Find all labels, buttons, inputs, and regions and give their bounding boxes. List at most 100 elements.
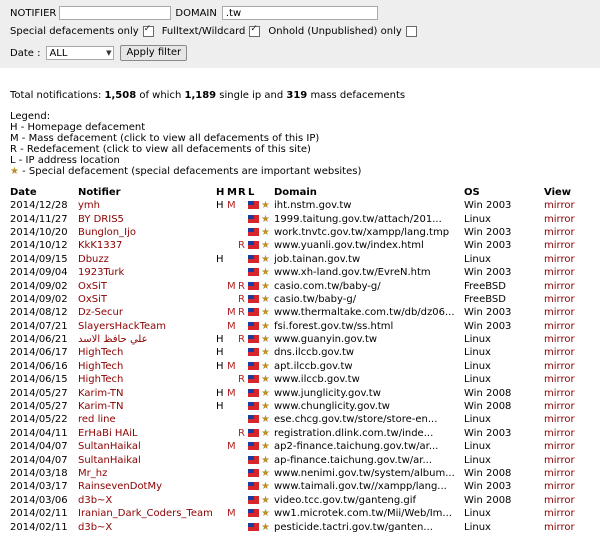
notifier-link[interactable]: Dbuzz xyxy=(78,254,109,265)
homepage-mark xyxy=(216,320,227,333)
redeface-mark[interactable]: R xyxy=(238,373,248,386)
apply-filter-button[interactable]: Apply filter xyxy=(120,45,188,61)
fulltext-checkbox[interactable] xyxy=(249,24,261,37)
homepage-mark xyxy=(216,427,227,440)
row-view-cell: mirror xyxy=(544,293,592,306)
notifier-link[interactable]: علي حافظ الاسد xyxy=(78,334,148,345)
mirror-link[interactable]: mirror xyxy=(544,214,575,225)
notifier-link[interactable]: d3b~X xyxy=(78,522,112,533)
mass-mark[interactable]: M xyxy=(227,386,238,399)
row-notifier-cell: d3b~X xyxy=(78,520,216,533)
mirror-link[interactable]: mirror xyxy=(544,281,575,292)
notifier-input[interactable] xyxy=(59,6,172,20)
notifier-link[interactable]: ErHaBi HAiL xyxy=(78,428,138,439)
mirror-link[interactable]: mirror xyxy=(544,361,575,372)
mirror-link[interactable]: mirror xyxy=(544,414,575,425)
mass-count: 319 xyxy=(286,90,308,101)
row-os: Linux xyxy=(464,454,491,466)
row-domain: iht.nstm.gov.tw xyxy=(274,200,352,212)
redeface-mark[interactable]: R xyxy=(238,427,248,440)
mirror-link[interactable]: mirror xyxy=(544,495,575,506)
notifier-link[interactable]: Dz-Secur xyxy=(78,307,123,318)
mirror-link[interactable]: mirror xyxy=(544,522,575,533)
homepage-mark xyxy=(216,279,227,292)
taiwan-flag-icon xyxy=(248,227,259,236)
row-notifier-cell: RainsevenDotMy xyxy=(78,480,216,493)
mirror-link[interactable]: mirror xyxy=(544,294,575,305)
mirror-link[interactable]: mirror xyxy=(544,347,575,358)
mass-mark[interactable]: M xyxy=(227,360,238,373)
row-view-cell: mirror xyxy=(544,253,592,266)
redeface-mark[interactable]: R xyxy=(238,306,248,319)
redeface-mark[interactable]: R xyxy=(238,333,248,346)
location-cell xyxy=(248,427,261,440)
special-star-icon: ★ xyxy=(261,253,270,265)
mass-mark[interactable]: M xyxy=(227,199,238,212)
row-domain: www.ilccb.gov.tw xyxy=(274,374,360,386)
homepage-mark xyxy=(216,520,227,533)
mirror-link[interactable]: mirror xyxy=(544,254,575,265)
mass-mark[interactable]: M xyxy=(227,507,238,520)
mirror-link[interactable]: mirror xyxy=(544,240,575,251)
notifier-link[interactable]: 1923Turk xyxy=(78,267,124,278)
mirror-link[interactable]: mirror xyxy=(544,455,575,466)
row-os: Win 2003 xyxy=(464,481,512,493)
mass-mark[interactable]: M xyxy=(227,279,238,292)
notifier-link[interactable]: HighTech xyxy=(78,361,123,372)
row-view-cell: mirror xyxy=(544,373,592,386)
notifier-link[interactable]: OxSiT xyxy=(78,281,107,292)
notifier-link[interactable]: ymh xyxy=(78,200,100,211)
taiwan-flag-icon xyxy=(248,268,259,277)
notifier-link[interactable]: BY DRIS5 xyxy=(78,214,124,225)
notifier-link[interactable]: HighTech xyxy=(78,347,123,358)
redeface-mark[interactable]: R xyxy=(238,239,248,252)
mirror-link[interactable]: mirror xyxy=(544,307,575,318)
homepage-mark: H xyxy=(216,387,224,399)
mirror-link[interactable]: mirror xyxy=(544,508,575,519)
mirror-link[interactable]: mirror xyxy=(544,227,575,238)
mass-mark xyxy=(227,266,238,279)
row-date: 2014/05/27 xyxy=(10,401,68,413)
mirror-link[interactable]: mirror xyxy=(544,468,575,479)
notifier-link[interactable]: OxSiT xyxy=(78,294,107,305)
mass-mark xyxy=(227,453,238,466)
notifier-link[interactable]: RainsevenDotMy xyxy=(78,481,162,492)
mass-mark[interactable]: M xyxy=(227,306,238,319)
notifier-link[interactable]: Karim-TN xyxy=(78,401,123,412)
mirror-link[interactable]: mirror xyxy=(544,334,575,345)
notifier-link[interactable]: Karim-TN xyxy=(78,388,123,399)
row-notifier-cell: Dbuzz xyxy=(78,253,216,266)
redeface-mark[interactable]: R xyxy=(238,279,248,292)
mass-mark[interactable]: M xyxy=(227,320,238,333)
redeface-mark[interactable]: R xyxy=(238,293,248,306)
date-select[interactable]: ALL ▼ xyxy=(46,46,115,60)
notifier-link[interactable]: SultanHaikal xyxy=(78,455,141,466)
notifier-link[interactable]: Bunglon_Ijo xyxy=(78,227,136,238)
notifier-link[interactable]: KkK1337 xyxy=(78,240,122,251)
notifier-link[interactable]: d3b~X xyxy=(78,495,112,506)
notifier-link[interactable]: Iranian_Dark_Coders_Team xyxy=(78,508,213,519)
onhold-checkbox[interactable] xyxy=(405,25,417,37)
special-only-checkbox[interactable] xyxy=(142,24,154,37)
mirror-link[interactable]: mirror xyxy=(544,401,575,412)
notifier-link[interactable]: HighTech xyxy=(78,374,123,385)
row-notifier-cell: SultanHaikal xyxy=(78,453,216,466)
notifier-link[interactable]: Mr_hz xyxy=(78,468,107,479)
special-star-icon: ★ xyxy=(261,414,270,426)
mass-mark[interactable]: M xyxy=(227,440,238,453)
row-date: 2014/06/21 xyxy=(10,334,68,346)
mirror-link[interactable]: mirror xyxy=(544,374,575,385)
date-select-value: ALL xyxy=(49,47,68,59)
mirror-link[interactable]: mirror xyxy=(544,428,575,439)
mirror-link[interactable]: mirror xyxy=(544,200,575,211)
mirror-link[interactable]: mirror xyxy=(544,388,575,399)
mirror-link[interactable]: mirror xyxy=(544,267,575,278)
notifier-link[interactable]: SlayersHackTeam xyxy=(78,321,166,332)
mirror-link[interactable]: mirror xyxy=(544,441,575,452)
notifier-link[interactable]: SultanHaikal xyxy=(78,441,141,452)
mirror-link[interactable]: mirror xyxy=(544,321,575,332)
notifier-link[interactable]: red line xyxy=(78,414,116,425)
domain-input[interactable] xyxy=(221,6,378,20)
mirror-link[interactable]: mirror xyxy=(544,481,575,492)
special-star-icon: ★ xyxy=(261,226,270,238)
